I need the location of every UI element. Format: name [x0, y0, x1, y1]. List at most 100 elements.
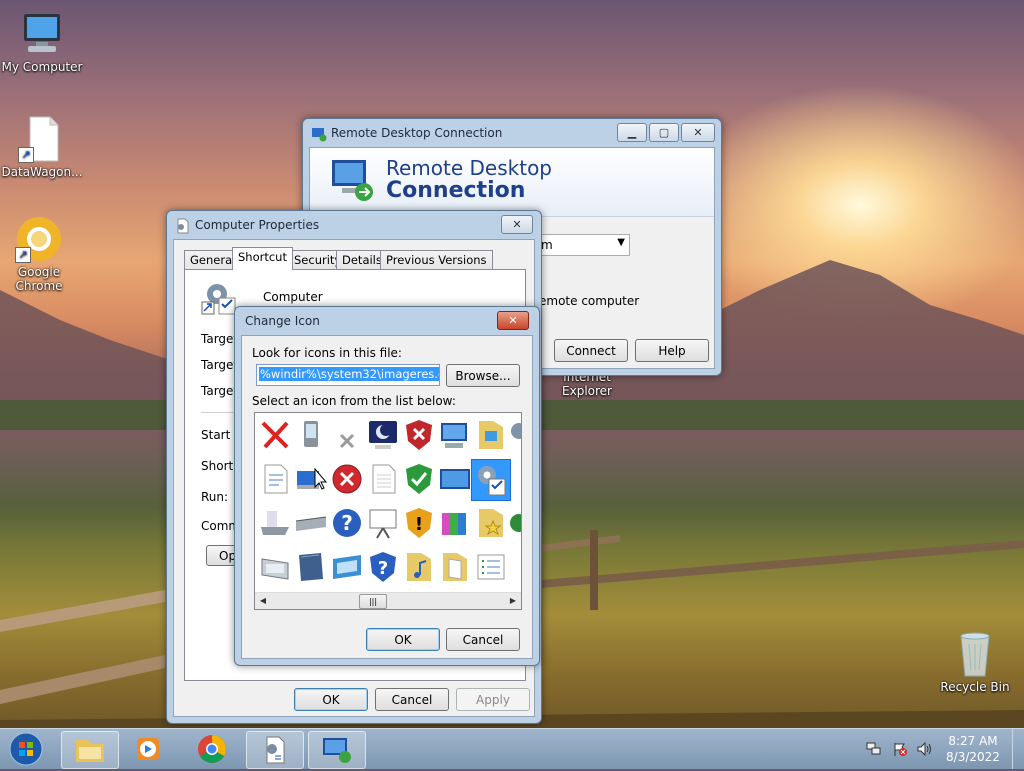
change-icon-dialog[interactable]: Change Icon ✕ Look for icons in this fil… [234, 306, 540, 666]
tab-previous-versions[interactable]: Previous Versions [380, 250, 493, 269]
card-icon[interactable] [329, 549, 365, 585]
rdp-icon [312, 128, 327, 142]
properties-icon [177, 218, 189, 234]
taskbar-chrome[interactable] [184, 731, 240, 767]
desktop-icon-recycle-bin[interactable]: Recycle Bin [933, 630, 1017, 694]
change-icon-cancel-button[interactable]: Cancel [446, 628, 520, 651]
chrome-icon: ↗ [15, 215, 63, 263]
close-button[interactable]: ✕ [497, 311, 529, 330]
network-icon[interactable] [866, 741, 882, 757]
taskbar-remote-desktop[interactable] [308, 731, 366, 769]
desktop-icon-datawagon[interactable]: ↗ DataWagon... [0, 115, 84, 179]
gear-checklist-icon[interactable] [471, 459, 511, 501]
icon-file-path-value: %windir%\system32\imageres.dll [259, 367, 439, 381]
action-center-flag-icon[interactable] [892, 741, 908, 757]
device-panel-icon[interactable] [257, 549, 293, 585]
taskbar-properties[interactable] [246, 731, 304, 769]
rdp-banner-line1: Remote Desktop [386, 156, 553, 180]
scroll-left-button[interactable]: ◀ [256, 594, 270, 607]
desktop-icon-label: My Computer [1, 60, 83, 74]
flatbed-scanner-icon[interactable] [293, 505, 329, 541]
volume-icon[interactable] [916, 741, 932, 757]
shortcut-arrow-icon: ↗ [15, 247, 31, 263]
music-folder-icon[interactable] [401, 549, 437, 585]
scroll-thumb[interactable]: ||| [359, 594, 387, 609]
chrome-icon [198, 735, 226, 763]
look-for-icons-label: Look for icons in this file: [252, 346, 402, 360]
change-icon-title: Change Icon [245, 314, 320, 328]
shield-warning-icon[interactable]: ! [401, 505, 437, 541]
monitor-icon[interactable] [437, 461, 473, 497]
desktop-icon-google-chrome[interactable]: ↗ Google Chrome [0, 215, 78, 293]
globe-partial-icon[interactable] [509, 505, 521, 541]
tab-shortcut[interactable]: Shortcut [232, 247, 293, 270]
icon-list[interactable]: ? ! ? ◀ ||| ▶ [254, 412, 522, 610]
scanner-icon[interactable] [257, 505, 293, 541]
clock-time: 8:27 AM [948, 734, 998, 748]
monitor-moon-icon[interactable] [365, 417, 401, 453]
stop-error-icon[interactable] [329, 461, 365, 497]
start-button[interactable] [6, 731, 46, 767]
document-list-icon[interactable] [257, 461, 293, 497]
rdp-titlebar[interactable]: Remote Desktop Connection ▁ ▢ ✕ [303, 119, 721, 147]
computer-combobox[interactable]: m ▼ [536, 234, 630, 256]
checklist-icon[interactable] [473, 549, 509, 585]
favorites-folder-icon[interactable] [473, 505, 509, 541]
shield-error-icon[interactable] [401, 417, 437, 453]
change-icon-client: Look for icons in this file: %windir%\sy… [241, 335, 533, 659]
rdp-banner-line2: Connection [386, 178, 526, 203]
properties-title: Computer Properties [195, 218, 320, 232]
rdp-banner: Remote Desktop Connection [310, 148, 714, 217]
properties-cancel-button[interactable]: Cancel [375, 688, 449, 711]
media-player-icon [137, 738, 159, 760]
taskbar-explorer[interactable] [61, 731, 119, 769]
pda-icon[interactable] [293, 417, 329, 453]
change-icon-titlebar[interactable]: Change Icon ✕ [235, 307, 539, 335]
desktop-icon-my-computer[interactable]: My Computer [0, 10, 84, 74]
scroll-right-button[interactable]: ▶ [506, 594, 520, 607]
connect-button[interactable]: Connect [554, 339, 628, 362]
properties-apply-button[interactable]: Apply [456, 688, 530, 711]
close-button[interactable]: ✕ [501, 215, 533, 234]
rdp-large-icon [332, 160, 373, 201]
open-folder-icon[interactable] [437, 549, 473, 585]
screen-cursor-icon[interactable] [293, 461, 329, 497]
network-computer-icon[interactable] [437, 417, 473, 453]
desktop-icon-label: DataWagon... [1, 165, 83, 179]
clock[interactable]: 8:27 AM 8/3/2022 [938, 733, 1008, 765]
gray-x-icon[interactable] [329, 417, 365, 453]
projector-screen-icon[interactable] [365, 505, 401, 541]
clock-date: 8/3/2022 [946, 750, 1000, 764]
gear-partial-icon[interactable] [509, 417, 521, 453]
browse-button[interactable]: Browse... [446, 364, 520, 387]
folder-icon[interactable] [473, 417, 509, 453]
folder-icon [76, 740, 104, 762]
computer-value: m [541, 238, 553, 252]
recycle-bin-icon [951, 630, 999, 678]
icon-list-scrollbar[interactable]: ◀ ||| ▶ [255, 592, 521, 609]
blue-book-icon[interactable] [293, 549, 329, 585]
maximize-button[interactable]: ▢ [649, 123, 679, 142]
taskbar-media-player[interactable] [121, 731, 177, 767]
document-icon: ↗ [18, 115, 66, 163]
help-icon[interactable]: ? [329, 505, 365, 541]
properties-ok-button[interactable]: OK [294, 688, 368, 711]
blank-document-icon[interactable] [365, 461, 401, 497]
help-button[interactable]: Help [635, 339, 709, 362]
properties-titlebar[interactable]: Computer Properties ✕ [167, 211, 541, 239]
red-x-icon[interactable] [257, 417, 293, 453]
media-icon[interactable] [437, 505, 473, 541]
change-icon-ok-button[interactable]: OK [366, 628, 440, 651]
shortcut-name: Computer [263, 290, 323, 304]
properties-icon [266, 736, 285, 764]
desktop-icon-label: Recycle Bin [940, 680, 1010, 694]
svg-text:!: ! [415, 514, 423, 535]
shield-check-icon[interactable] [401, 461, 437, 497]
icon-file-path-input[interactable]: %windir%\system32\imageres.dll [256, 364, 440, 386]
rdp-icon [323, 738, 351, 763]
windows-logo-icon [9, 732, 43, 766]
shield-help-icon[interactable]: ? [365, 549, 401, 585]
close-button[interactable]: ✕ [681, 123, 715, 142]
minimize-button[interactable]: ▁ [617, 123, 647, 142]
show-desktop-button[interactable] [1012, 729, 1024, 769]
